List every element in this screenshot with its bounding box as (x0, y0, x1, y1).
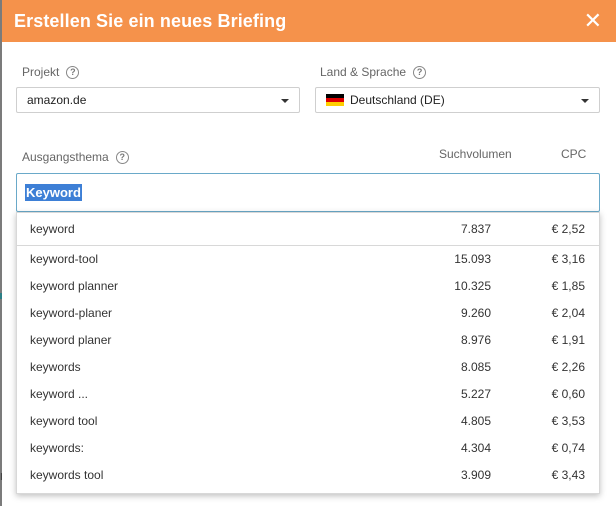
suggestion-cpc: € 2,52 (551, 222, 585, 236)
suggestion-keyword: keyword-tool (30, 252, 99, 267)
suggestion-cpc: € 2,04 (551, 306, 585, 321)
cpc-column-header: CPC (561, 147, 587, 161)
suggestion-row[interactable]: keyword-planer 9.260 € 2,04 (17, 300, 599, 327)
suggestion-cpc: € 1,85 (551, 279, 585, 294)
suggestion-keyword: keywords tool (30, 467, 104, 482)
suggestion-row[interactable]: keyword 7.837 € 2,52 (17, 213, 599, 246)
suggestion-keyword: keyword tool (30, 413, 98, 428)
suggestion-keyword: keyword-planer (30, 306, 113, 321)
topic-input[interactable]: Keyword (16, 173, 600, 212)
suggestion-row[interactable]: keyword tool 4.805 € 3,53 (17, 407, 599, 434)
suggestion-keyword: keyword planner (30, 279, 119, 294)
chevron-down-icon (281, 99, 289, 103)
suggestion-cpc: € 3,53 (551, 413, 585, 428)
chevron-down-icon (581, 99, 589, 103)
country-label: Land & Sprache (320, 65, 407, 79)
country-select-value: Deutschland (DE) (350, 93, 445, 107)
suggestion-cpc: € 2,26 (551, 360, 585, 374)
project-select-value: amazon.de (27, 93, 87, 107)
project-label: Projekt (22, 65, 60, 79)
suggestion-volume: 7.837 (460, 222, 491, 236)
help-icon[interactable]: ? (413, 65, 427, 79)
suggestion-volume: 3.909 (460, 467, 491, 482)
suggestion-row[interactable]: keyword-tool 15.093 € 3,16 (17, 246, 599, 273)
suggestion-volume: 4.304 (460, 440, 491, 455)
modal-title: Erstellen Sie ein neues Briefing (14, 10, 287, 31)
country-label-row: Land & Sprache ? (320, 65, 427, 79)
suggestion-cpc: € 0,60 (551, 386, 585, 401)
suggestion-row[interactable]: keywords tool 3.909 € 3,43 (17, 461, 599, 488)
suggestion-row[interactable]: keywords 8.085 € 2,26 (17, 354, 599, 381)
suggestion-cpc: € 3,43 (551, 467, 585, 482)
suggestion-keyword: keyword planer (30, 333, 112, 348)
suggestion-cpc: € 0,74 (551, 440, 585, 455)
suggestion-cpc: € 3,16 (551, 252, 585, 267)
project-label-row: Projekt ? (22, 65, 80, 79)
suggestion-volume: 15.093 (454, 252, 491, 267)
suggestion-row[interactable]: keywords: 4.304 € 0,74 (17, 434, 599, 461)
german-flag-icon (326, 94, 344, 106)
suggestion-dropdown: keyword 7.837 € 2,52 keyword-tool 15.093 € 3,… (16, 212, 600, 494)
suggestion-volume: 8.085 (460, 360, 491, 374)
suggestion-cpc: € 1,91 (551, 333, 585, 348)
help-icon[interactable]: ? (115, 150, 129, 164)
suggestion-row[interactable]: keyword ... 5.227 € 0,60 (17, 380, 599, 407)
suggestion-row[interactable]: keyword planer 8.976 € 1,91 (17, 327, 599, 354)
suggestion-volume: 5.227 (460, 386, 491, 401)
country-select[interactable]: Deutschland (DE) (315, 87, 600, 113)
topic-label: Ausgangsthema (22, 150, 109, 164)
topic-input-value: Keyword (25, 184, 82, 201)
suggestion-keyword: keywords (30, 360, 81, 374)
suggestion-keyword: keywords: (30, 440, 85, 455)
suggestion-row[interactable]: keyword planner 10.325 € 1,85 (17, 273, 599, 300)
suggestion-volume: 9.260 (460, 306, 491, 321)
close-icon[interactable]: ✕ (584, 10, 602, 32)
help-icon[interactable]: ? (66, 65, 80, 79)
suggestion-volume: 8.976 (460, 333, 491, 348)
suggestion-volume: 10.325 (454, 279, 491, 294)
suggestion-volume: 4.805 (460, 413, 491, 428)
modal-header: Erstellen Sie ein neues Briefing ✕ (2, 0, 616, 42)
topic-label-row: Ausgangsthema ? (22, 150, 129, 164)
suggestion-keyword: keyword (30, 222, 75, 236)
volume-column-header: Suchvolumen (439, 147, 512, 161)
suggestion-keyword: keyword ... (30, 386, 89, 401)
project-select[interactable]: amazon.de (16, 87, 300, 113)
